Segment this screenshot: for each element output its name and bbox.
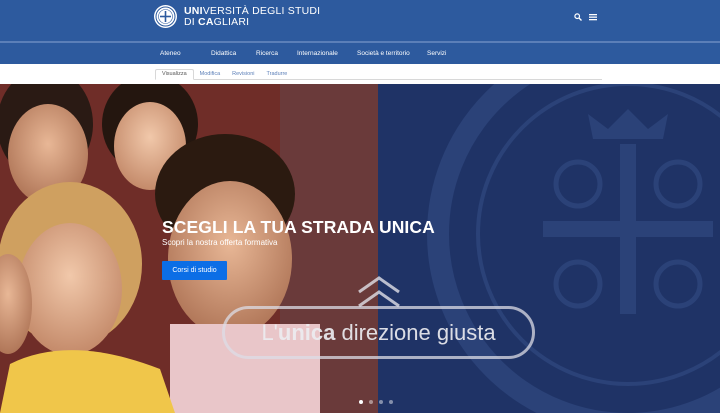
nav-item-ateneo[interactable]: Ateneo (150, 50, 211, 57)
motto-text: L'unica direzione giusta (261, 320, 495, 346)
main-navigation: Ateneo Didattica Ricerca Internazionale … (0, 43, 720, 64)
nav-item-societa-territorio[interactable]: Società e territorio (357, 50, 427, 57)
motto-rest: direzione giusta (335, 319, 496, 345)
admin-tabs: Visualizza Modifica Revisioni Tradurre (155, 67, 602, 80)
hero-banner: SCEGLI LA TUA STRADA UNICA Scopri la nos… (0, 84, 720, 413)
carousel-indicators (359, 400, 393, 404)
nav-item-servizi[interactable]: Servizi (427, 50, 447, 57)
brand-line2-pre: DI (184, 16, 199, 28)
search-icon[interactable] (574, 8, 582, 26)
hero-title: SCEGLI LA TUA STRADA UNICA (162, 217, 435, 237)
hero-students-photo (0, 84, 378, 413)
carousel-dot-2[interactable] (369, 400, 373, 404)
nav-item-ricerca[interactable]: Ricerca (256, 50, 297, 57)
motto-pre: L' (261, 319, 278, 345)
university-name[interactable]: UNIVERSITÀ DEGLI STUDI DI CAGLIARI (184, 6, 320, 28)
carousel-dot-1[interactable] (359, 400, 363, 404)
carousel-dot-3[interactable] (379, 400, 383, 404)
admin-tabs-bar: Visualizza Modifica Revisioni Tradurre (0, 64, 720, 84)
motto-bold: unica (277, 319, 336, 345)
university-seal-logo[interactable] (154, 5, 177, 28)
tab-tradurre[interactable]: Tradurre (260, 71, 293, 79)
nav-item-internazionale[interactable]: Internazionale (297, 50, 357, 57)
corsi-di-studio-button[interactable]: Corsi di studio (162, 261, 227, 280)
header-actions (574, 8, 597, 26)
brand-line2-bold: CA (198, 16, 214, 28)
top-header: UNIVERSITÀ DEGLI STUDI DI CAGLIARI (0, 0, 720, 41)
university-seal-background (378, 84, 720, 413)
nav-item-didattica[interactable]: Didattica (211, 50, 256, 57)
brand-line2-rest: GLIARI (213, 16, 250, 28)
menu-icon[interactable] (589, 8, 597, 26)
tab-visualizza[interactable]: Visualizza (155, 69, 194, 80)
tab-revisioni[interactable]: Revisioni (226, 71, 260, 79)
hero-subtitle: Scopri la nostra offerta formativa (162, 238, 278, 247)
carousel-dot-4[interactable] (389, 400, 393, 404)
tab-modifica[interactable]: Modifica (194, 71, 226, 79)
motto-badge: L'unica direzione giusta (222, 306, 535, 359)
